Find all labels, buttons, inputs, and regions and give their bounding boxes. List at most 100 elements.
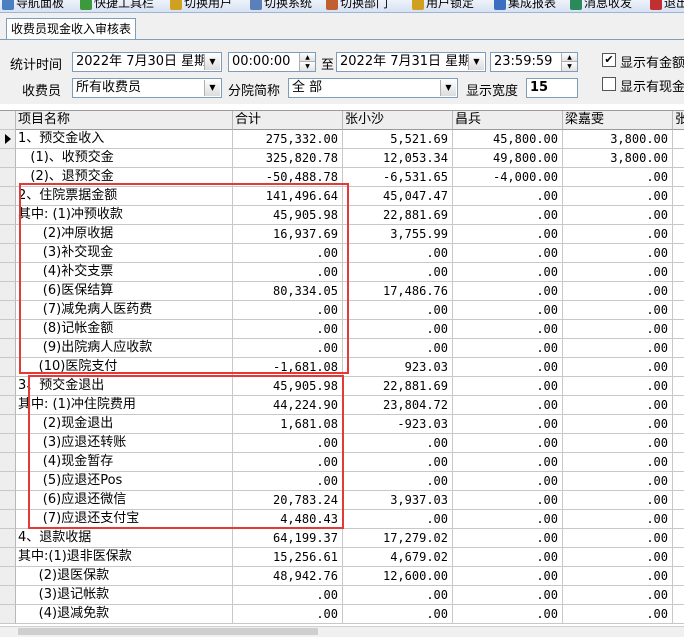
chevron-down-icon[interactable]: ▼	[468, 54, 484, 70]
integrated-report-icon	[494, 0, 506, 10]
start-time-field[interactable]: 00:00:00 ▲ ▼	[228, 52, 316, 72]
tab-cashier-audit[interactable]: 收费员现金收入审核表	[6, 18, 137, 39]
row-indicator[interactable]	[0, 586, 16, 605]
branch-select[interactable]: 全 部 ▼	[288, 78, 458, 98]
column-header[interactable]: 梁嘉雯	[563, 111, 673, 130]
table-row[interactable]: 其中: (1)冲预收款 45,905.98 22,881.69.00.00	[0, 206, 684, 225]
row-indicator[interactable]	[0, 244, 16, 263]
row-indicator[interactable]	[0, 339, 16, 358]
row-indicator[interactable]	[0, 130, 16, 149]
table-row[interactable]: (1)、收预交金 325,820.78 12,053.34 49,800.00 3,80…	[0, 149, 684, 168]
table-row[interactable]: (4)退减免款 .00.00.00.00	[0, 605, 684, 624]
spin-up-icon[interactable]: ▲	[300, 53, 315, 62]
table-row[interactable]: (2)现金退出 1,681.08 -923.03.00.00	[0, 415, 684, 434]
row-indicator[interactable]	[0, 453, 16, 472]
table-row[interactable]: 2、住院票据金额 141,496.64 45,047.47.00.00	[0, 187, 684, 206]
row-indicator[interactable]	[0, 510, 16, 529]
row-indicator[interactable]	[0, 282, 16, 301]
spin-down-icon[interactable]: ▼	[300, 62, 315, 71]
toolbar-button-9[interactable]: 退出	[650, 0, 684, 12]
table-row[interactable]: (9)出院病人应收款 .00.00.00.00	[0, 339, 684, 358]
row-indicator[interactable]	[0, 225, 16, 244]
table-row[interactable]: (3)补交现金 .00.00.00.00	[0, 244, 684, 263]
column-header[interactable]: 合计	[233, 111, 343, 130]
toolbar-button-2[interactable]: 快捷工具栏	[80, 0, 154, 12]
table-row[interactable]: 4、退款收据 64,199.37 17,279.02.00.00	[0, 529, 684, 548]
table-row[interactable]: (3)退记帐款 .00.00.00.00	[0, 586, 684, 605]
column-header[interactable]: 张小沙	[343, 111, 453, 130]
toolbar-button-6[interactable]: 用户锁定	[412, 0, 474, 12]
table-row[interactable]: (7)应退还支付宝 4,480.43.00.00.00	[0, 510, 684, 529]
chevron-down-icon[interactable]: ▼	[204, 80, 220, 96]
start-date-picker[interactable]: 2022年 7月30日 星期 ▼	[72, 52, 222, 72]
table-row[interactable]: (5)应退还Pos .00.00.00.00	[0, 472, 684, 491]
show-cash-label[interactable]: 显示有现金	[620, 76, 684, 95]
table-row[interactable]: (2)、退预交金 -50,488.78 -6,531.65 -4,000.00.00	[0, 168, 684, 187]
row-indicator[interactable]	[0, 320, 16, 339]
spin-down-icon[interactable]: ▼	[562, 62, 577, 71]
toolbar-button-4[interactable]: 切换系统	[250, 0, 312, 12]
row-indicator[interactable]	[0, 187, 16, 206]
row-indicator[interactable]	[0, 263, 16, 282]
amount-cell	[673, 339, 684, 358]
table-row[interactable]: 其中: (1)冲住院费用 44,224.90 23,804.72.00.00	[0, 396, 684, 415]
column-header[interactable]: 张	[673, 111, 684, 130]
scrollbar-thumb[interactable]	[18, 628, 318, 635]
row-indicator[interactable]	[0, 396, 16, 415]
row-indicator[interactable]	[0, 206, 16, 225]
table-row[interactable]: (4)现金暂存 .00.00.00.00	[0, 453, 684, 472]
toolbar-button-5[interactable]: 切换部门	[326, 0, 388, 12]
amount-cell: .00	[343, 320, 453, 339]
start-time-spinner[interactable]: ▲ ▼	[299, 53, 315, 71]
cashier-label: 收费员	[22, 84, 62, 99]
toolbar-button-3[interactable]: 切换用户	[170, 0, 232, 12]
table-row[interactable]: 其中:(1)退非医保款 15,256.61 4,679.02.00.00	[0, 548, 684, 567]
row-indicator[interactable]	[0, 529, 16, 548]
table-row[interactable]: (10)医院支付 -1,681.08 923.03.00.00	[0, 358, 684, 377]
row-indicator[interactable]	[0, 377, 16, 396]
width-input[interactable]: 15	[526, 78, 578, 98]
table-row[interactable]: (8)记帐金额 .00.00.00.00	[0, 320, 684, 339]
table-row[interactable]: (6)应退还微信 20,783.24 3,937.03.00.00	[0, 491, 684, 510]
table-row[interactable]: (3)应退还转账 .00.00.00.00	[0, 434, 684, 453]
table-row[interactable]: 3、预交金退出 45,905.98 22,881.69.00.00	[0, 377, 684, 396]
show-amount-label[interactable]: 显示有金额	[620, 52, 684, 71]
row-indicator[interactable]	[0, 434, 16, 453]
cashier-select[interactable]: 所有收费员 ▼	[72, 78, 222, 98]
row-indicator[interactable]	[0, 605, 16, 624]
table-row[interactable]: 1、预交金收入 275,332.00 5,521.69 45,800.00 3,800.…	[0, 130, 684, 149]
row-indicator[interactable]	[0, 567, 16, 586]
end-time-field[interactable]: 23:59:59 ▲ ▼	[490, 52, 578, 72]
end-time-spinner[interactable]: ▲ ▼	[561, 53, 577, 71]
column-header[interactable]: 昌兵	[453, 111, 563, 130]
row-indicator[interactable]	[0, 358, 16, 377]
row-indicator[interactable]	[0, 491, 16, 510]
column-header[interactable]: 项目名称	[16, 111, 233, 130]
row-indicator[interactable]	[0, 168, 16, 187]
table-row[interactable]: (2)退医保款 48,942.76 12,600.00.00.00	[0, 567, 684, 586]
amount-cell: .00	[343, 434, 453, 453]
row-indicator[interactable]	[0, 149, 16, 168]
item-name-cell: (7)应退还支付宝	[16, 510, 233, 529]
end-date-picker[interactable]: 2022年 7月31日 星期 ▼	[336, 52, 486, 72]
toolbar-button-1[interactable]: 导航面板	[2, 0, 64, 12]
row-indicator[interactable]	[0, 301, 16, 320]
horizontal-scrollbar[interactable]	[0, 626, 684, 637]
amount-cell: .00	[453, 301, 563, 320]
row-indicator[interactable]	[0, 548, 16, 567]
chevron-down-icon[interactable]: ▼	[440, 80, 456, 96]
table-row[interactable]: (7)减免病人医药费 .00.00.00.00	[0, 301, 684, 320]
show-cash-checkbox[interactable]	[602, 77, 616, 91]
chevron-down-icon[interactable]: ▼	[204, 54, 220, 70]
toolbar-button-7[interactable]: 集成报表	[494, 0, 556, 12]
table-row[interactable]: (6)医保结算 80,334.05 17,486.76.00.00	[0, 282, 684, 301]
show-amount-checkbox[interactable]: ✔	[602, 53, 616, 67]
row-indicator[interactable]	[0, 472, 16, 491]
table-row[interactable]: (2)冲原收据 16,937.69 3,755.99.00.00	[0, 225, 684, 244]
table-row[interactable]: (4)补交支票 .00.00.00.00	[0, 263, 684, 282]
main-toolbar: 导航面板 快捷工具栏 切换用户 切换系统 切换部门 用户锁定 集成报表 消息收发 退出	[0, 0, 684, 13]
toolbar-button-label: 集成报表	[508, 0, 557, 10]
spin-up-icon[interactable]: ▲	[562, 53, 577, 62]
toolbar-button-8[interactable]: 消息收发	[570, 0, 632, 12]
row-indicator[interactable]	[0, 415, 16, 434]
